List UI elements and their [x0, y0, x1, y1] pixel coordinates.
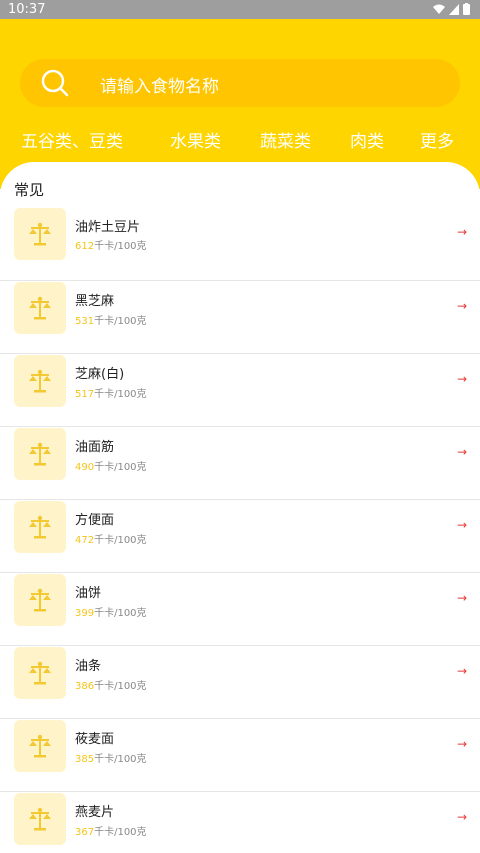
- list-item[interactable]: 燕麦片 367千卡/100克 →: [0, 792, 480, 853]
- food-name: 方便面: [75, 513, 115, 528]
- scale-icon: [29, 222, 51, 246]
- tab-grains-beans[interactable]: 五谷类、豆类: [21, 127, 123, 152]
- food-thumbnail: [14, 208, 66, 260]
- arrow-right-icon: →: [456, 518, 467, 532]
- food-name: 油面筋: [75, 440, 115, 455]
- battery-icon: [463, 3, 470, 15]
- list-item[interactable]: 莜麦面 385千卡/100克 →: [0, 719, 480, 792]
- arrow-right-icon: →: [456, 664, 467, 678]
- calorie-unit: 千卡/100克: [94, 754, 147, 765]
- wifi-icon: [433, 4, 445, 14]
- arrow-right-icon: →: [456, 299, 467, 313]
- calorie-unit: 千卡/100克: [94, 827, 147, 838]
- food-name: 燕麦片: [75, 805, 115, 820]
- arrow-right-icon: →: [456, 591, 467, 605]
- search-icon: [41, 69, 69, 97]
- arrow-right-icon: →: [456, 737, 467, 751]
- food-calories: 367千卡/100克: [75, 823, 147, 838]
- tab-meat[interactable]: 肉类: [350, 127, 384, 152]
- food-thumbnail: [14, 428, 66, 480]
- scale-icon: [29, 734, 51, 758]
- arrow-right-icon: →: [456, 225, 467, 239]
- category-tabs: 五谷类、豆类 水果类 蔬菜类 肉类 更多: [0, 127, 480, 157]
- food-calories: 472千卡/100克: [75, 531, 147, 546]
- scale-icon: [29, 807, 51, 831]
- arrow-right-icon: →: [456, 810, 467, 824]
- tab-more[interactable]: 更多: [420, 127, 454, 152]
- food-name: 芝麻(白): [75, 367, 125, 382]
- food-thumbnail: [14, 574, 66, 626]
- food-name: 油饼: [75, 586, 102, 601]
- food-calories: 386千卡/100克: [75, 677, 147, 692]
- food-name: 莜麦面: [75, 732, 115, 747]
- list-item[interactable]: 油条 386千卡/100克 →: [0, 646, 480, 719]
- food-calories: 517千卡/100克: [75, 385, 147, 400]
- food-thumbnail: [14, 355, 66, 407]
- calorie-unit: 千卡/100克: [94, 681, 147, 692]
- calorie-value: 367: [75, 827, 95, 838]
- food-calories: 490千卡/100克: [75, 458, 147, 473]
- list-item[interactable]: 油饼 399千卡/100克 →: [0, 573, 480, 646]
- calorie-unit: 千卡/100克: [94, 608, 147, 619]
- calorie-value: 531: [75, 316, 95, 327]
- calorie-unit: 千卡/100克: [94, 535, 147, 546]
- list-item[interactable]: 黑芝麻 531千卡/100克 →: [0, 281, 480, 354]
- calorie-value: 385: [75, 754, 95, 765]
- food-name: 黑芝麻: [75, 294, 115, 309]
- arrow-right-icon: →: [456, 445, 467, 459]
- food-calories: 531千卡/100克: [75, 312, 147, 327]
- calorie-unit: 千卡/100克: [94, 389, 147, 400]
- signal-icon: [449, 3, 459, 15]
- tab-fruits[interactable]: 水果类: [170, 127, 221, 152]
- tab-vegetables[interactable]: 蔬菜类: [260, 127, 311, 152]
- calorie-unit: 千卡/100克: [94, 241, 147, 252]
- food-thumbnail: [14, 282, 66, 334]
- food-thumbnail: [14, 501, 66, 553]
- calorie-value: 517: [75, 389, 95, 400]
- scale-icon: [29, 369, 51, 393]
- arrow-right-icon: →: [456, 372, 467, 386]
- calorie-value: 386: [75, 681, 95, 692]
- status-icons: [433, 3, 470, 15]
- food-calories: 612千卡/100克: [75, 237, 147, 252]
- calorie-unit: 千卡/100克: [94, 462, 147, 473]
- calorie-value: 399: [75, 608, 95, 619]
- scale-icon: [29, 588, 51, 612]
- food-name: 油条: [75, 659, 102, 674]
- list-item[interactable]: 芝麻(白) 517千卡/100克 →: [0, 354, 480, 427]
- list-item[interactable]: 油炸土豆片 612千卡/100克 →: [0, 208, 480, 281]
- search-bar[interactable]: 请输入食物名称: [20, 59, 460, 107]
- food-list-panel: 常见 油炸土豆片 612千卡/100克 → 黑芝麻 531千卡/100克 → 芝…: [0, 162, 480, 853]
- scale-icon: [29, 442, 51, 466]
- food-name: 油炸土豆片: [75, 220, 141, 235]
- search-input[interactable]: 请输入食物名称: [100, 72, 219, 97]
- food-calories: 399千卡/100克: [75, 604, 147, 619]
- status-bar: 10:37: [0, 0, 480, 19]
- list-item[interactable]: 方便面 472千卡/100克 →: [0, 500, 480, 573]
- calorie-unit: 千卡/100克: [94, 316, 147, 327]
- calorie-value: 472: [75, 535, 95, 546]
- status-time: 10:37: [8, 2, 46, 17]
- scale-icon: [29, 296, 51, 320]
- food-thumbnail: [14, 647, 66, 699]
- food-calories: 385千卡/100克: [75, 750, 147, 765]
- calorie-value: 612: [75, 241, 95, 252]
- food-thumbnail: [14, 720, 66, 772]
- list-item[interactable]: 油面筋 490千卡/100克 →: [0, 427, 480, 500]
- calorie-value: 490: [75, 462, 95, 473]
- scale-icon: [29, 515, 51, 539]
- section-title: 常见: [14, 181, 45, 199]
- scale-icon: [29, 661, 51, 685]
- food-thumbnail: [14, 793, 66, 845]
